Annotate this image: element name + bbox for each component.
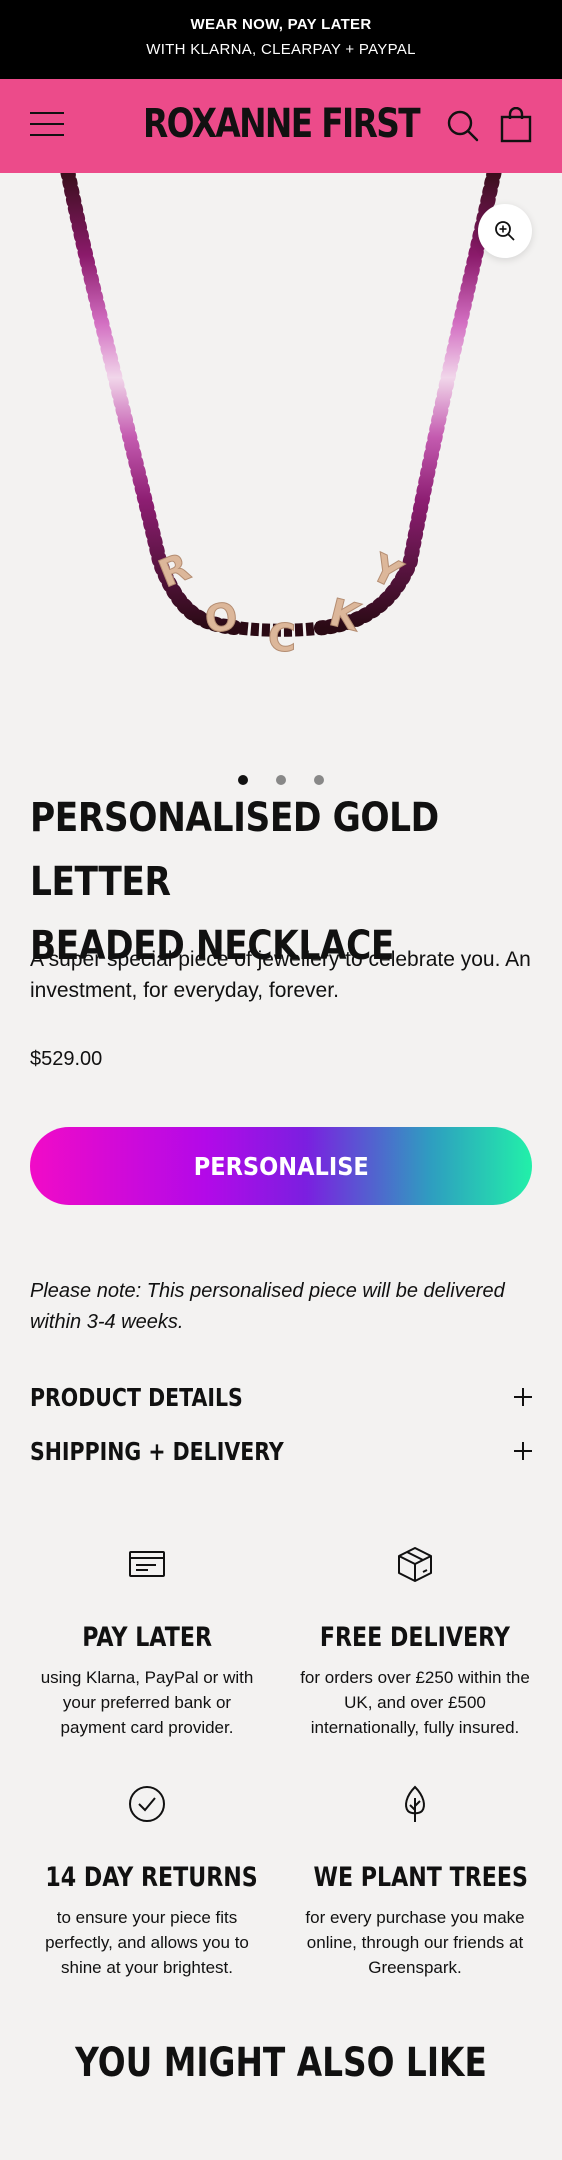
announcement-line-1: WEAR NOW, PAY LATER xyxy=(190,16,372,33)
feature-title: PAY LATER xyxy=(82,1622,212,1653)
gallery-dot-3[interactable] xyxy=(314,775,324,785)
feature-pay-later: PAY LATER using Klarna, PayPal or with y… xyxy=(22,1542,272,1740)
check-circle-icon xyxy=(129,1786,165,1822)
product-image: R O C K Y xyxy=(60,173,502,661)
bag-icon xyxy=(500,106,532,143)
box-icon xyxy=(398,1547,432,1582)
feature-text: for every purchase you make online, thro… xyxy=(305,1908,525,1977)
accordion-shipping-delivery[interactable]: SHIPPING + DELIVERY xyxy=(30,1430,532,1474)
product-title-line-1: PERSONALISED GOLD LETTER xyxy=(30,795,439,905)
also-like-heading-text: YOU MIGHT ALSO LIKE xyxy=(75,2040,487,2086)
tree-icon xyxy=(405,1785,425,1822)
gallery-dot-2[interactable] xyxy=(276,775,286,785)
accordion-label: SHIPPING + DELIVERY xyxy=(30,1437,284,1466)
zoom-button[interactable] xyxy=(478,204,532,258)
personalise-label: PERSONALISE xyxy=(193,1151,369,1181)
site-header: ROXANNE FIRST xyxy=(0,79,562,173)
plus-icon xyxy=(514,1388,532,1406)
personalise-button[interactable]: PERSONALISE xyxy=(30,1127,532,1205)
feature-text: to ensure your piece fits perfectly, and… xyxy=(45,1908,249,1977)
delivery-note: Please note: This personalised piece wil… xyxy=(30,1280,505,1333)
feature-text: for orders over £250 within the UK, and … xyxy=(300,1668,530,1737)
feature-plant-trees: WE PLANT TREES for every purchase you ma… xyxy=(290,1782,540,1980)
feature-text: using Klarna, PayPal or with your prefer… xyxy=(40,1668,254,1737)
search-button[interactable] xyxy=(446,109,480,143)
accordion-label: PRODUCT DETAILS xyxy=(30,1383,243,1412)
accordion-product-details[interactable]: PRODUCT DETAILS xyxy=(30,1376,532,1420)
letter-charm-r: R xyxy=(152,544,196,596)
product-gallery[interactable]: R O C K Y xyxy=(0,173,562,758)
feature-returns: 14 DAY RETURNS to ensure your piece fits… xyxy=(22,1782,272,1980)
card-icon xyxy=(129,1551,165,1577)
feature-title: 14 DAY RETURNS xyxy=(45,1862,258,1893)
letter-charm-k: K xyxy=(325,590,366,640)
letter-charm-c: C xyxy=(268,616,296,660)
product-description: A super special piece of jewellery to ce… xyxy=(30,948,531,1002)
feature-free-delivery: FREE DELIVERY for orders over £250 withi… xyxy=(290,1542,540,1740)
feature-title: WE PLANT TREES xyxy=(313,1862,528,1893)
cart-button[interactable] xyxy=(500,106,532,143)
announcement-line-2: WITH KLARNA, CLEARPAY + PAYPAL xyxy=(146,41,416,58)
feature-title: FREE DELIVERY xyxy=(319,1622,511,1653)
product-price: $529.00 xyxy=(30,1048,103,1070)
gallery-dot-1[interactable] xyxy=(238,775,248,785)
zoom-in-icon xyxy=(495,221,515,241)
letter-charm-o: O xyxy=(202,594,240,642)
also-like-heading: YOU MIGHT ALSO LIKE xyxy=(0,2040,562,2086)
announcement-bar: WEAR NOW, PAY LATER WITH KLARNA, CLEARPA… xyxy=(0,0,562,79)
site-logo[interactable]: ROXANNE FIRST xyxy=(51,101,512,147)
search-icon xyxy=(447,110,479,142)
plus-icon xyxy=(514,1442,532,1460)
